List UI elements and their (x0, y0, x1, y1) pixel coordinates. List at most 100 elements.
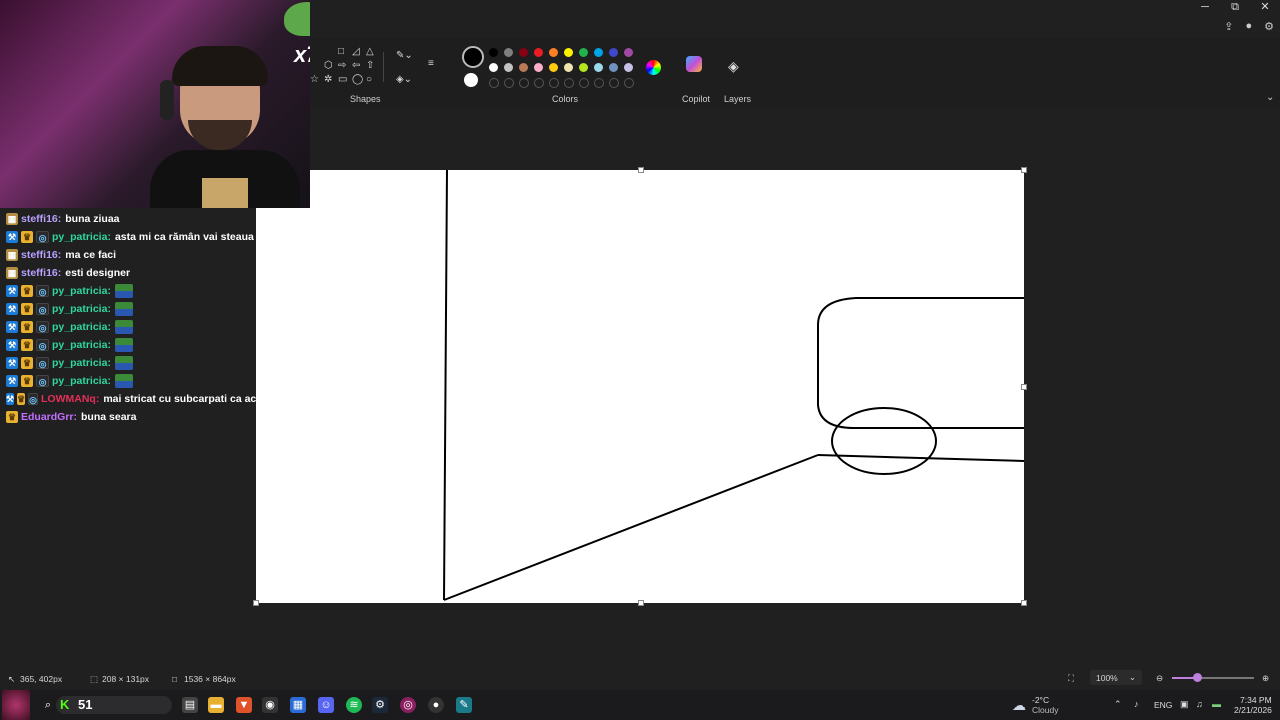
custom-color-slot[interactable] (534, 78, 544, 88)
custom-color-slot[interactable] (549, 78, 559, 88)
chat-username[interactable]: py_patricia: (52, 339, 111, 351)
start-avatar[interactable] (2, 690, 30, 720)
spotify-icon[interactable]: ≋ (346, 697, 362, 713)
obs-icon[interactable]: ◉ (262, 697, 278, 713)
chat-username[interactable]: steffi16: (21, 213, 61, 225)
app-icon[interactable]: ◎ (400, 697, 416, 713)
color-swatch[interactable] (594, 63, 603, 72)
color-swatch[interactable] (624, 48, 633, 57)
microphone-icon[interactable]: ♪ (1134, 699, 1139, 709)
chat-username[interactable]: py_patricia: (52, 357, 111, 369)
language-indicator[interactable]: ENG (1154, 700, 1172, 710)
callout-cloud-shape-icon[interactable]: ○ (366, 74, 372, 85)
custom-color-slot[interactable] (624, 78, 634, 88)
color-swatch[interactable] (579, 63, 588, 72)
custom-color-slot[interactable] (609, 78, 619, 88)
weather-desc[interactable]: Cloudy (1032, 705, 1058, 715)
close-button[interactable]: ✕ (1250, 0, 1280, 14)
chat-username[interactable]: py_patricia: (52, 321, 111, 333)
color-swatch[interactable] (564, 48, 573, 57)
custom-color-slot[interactable] (489, 78, 499, 88)
discord-icon[interactable]: ☺ (318, 697, 334, 713)
color-swatch[interactable] (609, 48, 618, 57)
hexagon-shape-icon[interactable]: ⬡ (324, 60, 333, 71)
color-swatch[interactable] (519, 48, 528, 57)
fill-icon[interactable]: ◈⌄ (396, 74, 412, 85)
zoom-slider[interactable] (1172, 673, 1254, 682)
steam-icon[interactable]: ⚙ (372, 697, 388, 713)
color-swatch[interactable] (564, 63, 573, 72)
zoom-slider-thumb[interactable] (1192, 673, 1202, 682)
resize-handle[interactable] (1021, 167, 1027, 173)
callout-rect-shape-icon[interactable]: ▭ (338, 74, 347, 85)
chat-username[interactable]: py_patricia: (52, 303, 111, 315)
zoom-dropdown[interactable]: 100% ⌄ (1090, 670, 1142, 685)
copilot-label[interactable]: Copilot (682, 94, 710, 104)
color-swatch[interactable] (519, 63, 528, 72)
custom-color-slot[interactable] (594, 78, 604, 88)
task-view-icon[interactable]: ▤ (182, 697, 198, 713)
settings-gear-icon[interactable]: ⚙ (1264, 20, 1274, 33)
file-explorer-icon[interactable]: ▬ (208, 697, 224, 713)
clock-date[interactable]: 2/21/2026 (1234, 705, 1272, 715)
chat-username[interactable]: steffi16: (21, 249, 61, 261)
triangle-shape-icon[interactable]: △ (366, 46, 374, 57)
layers-label[interactable]: Layers (724, 94, 751, 104)
star5-shape-icon[interactable]: ☆ (310, 74, 319, 85)
color-swatch[interactable] (594, 48, 603, 57)
rectangle-shape-icon[interactable]: □ (338, 46, 344, 57)
color-swatch[interactable] (549, 48, 558, 57)
resize-handle[interactable] (253, 600, 259, 606)
store-icon[interactable]: ▦ (290, 697, 306, 713)
share-icon[interactable]: ⇪ (1224, 20, 1233, 33)
battery-icon[interactable]: ▬ (1212, 699, 1221, 709)
arrow-up-shape-icon[interactable]: ⇧ (366, 60, 374, 71)
copilot-icon[interactable] (686, 56, 702, 72)
clock-time[interactable]: 7:34 PM (1240, 695, 1272, 705)
color-swatch[interactable] (534, 48, 543, 57)
layers-icon[interactable]: ◈ (728, 58, 739, 75)
volume-icon[interactable]: ♫ (1196, 699, 1203, 709)
zoom-in-icon[interactable]: ⊕ (1262, 673, 1269, 684)
collapse-ribbon-icon[interactable]: ⌄ (1266, 92, 1274, 103)
zoom-out-icon[interactable]: ⊖ (1156, 673, 1163, 684)
color-swatch[interactable] (624, 63, 633, 72)
arrow-right-shape-icon[interactable]: ⇨ (338, 60, 346, 71)
minimize-button[interactable]: ─ (1190, 0, 1220, 14)
weather-temp[interactable]: -2°C (1032, 695, 1049, 705)
brave-browser-icon[interactable]: ▼ (236, 697, 252, 713)
color-swatch[interactable] (504, 48, 513, 57)
fit-to-window-icon[interactable]: ⛶ (1068, 673, 1074, 684)
color-swatch[interactable] (609, 63, 618, 72)
color-swatch[interactable] (504, 63, 513, 72)
resize-handle[interactable] (1021, 384, 1027, 390)
color-swatch[interactable] (579, 48, 588, 57)
custom-color-slot[interactable] (564, 78, 574, 88)
chat-username[interactable]: LOWMANq: (41, 393, 99, 405)
chat-username[interactable]: py_patricia: (52, 285, 111, 297)
tray-chevron-icon[interactable]: ⌃ (1114, 699, 1122, 710)
brush-size-icon[interactable]: ≡ (428, 58, 434, 69)
callout-oval-shape-icon[interactable]: ◯ (352, 74, 363, 85)
polygon-shape-icon[interactable]: ◿ (352, 46, 360, 57)
resize-handle[interactable] (638, 167, 644, 173)
color-swatch[interactable] (489, 63, 498, 72)
custom-color-slot[interactable] (504, 78, 514, 88)
github-icon[interactable]: ● (428, 697, 444, 713)
resize-handle[interactable] (1021, 600, 1027, 606)
chat-username[interactable]: py_patricia: (52, 231, 111, 243)
color-swatch[interactable] (549, 63, 558, 72)
chat-username[interactable]: py_patricia: (52, 375, 111, 387)
drawing-canvas[interactable] (253, 167, 1027, 606)
account-icon[interactable]: ● (1245, 20, 1252, 33)
paint-icon[interactable]: ✎ (456, 697, 472, 713)
secondary-color-swatch[interactable] (464, 73, 478, 87)
edit-colors-icon[interactable] (646, 60, 661, 75)
custom-color-slot[interactable] (579, 78, 589, 88)
outline-icon[interactable]: ✎⌄ (396, 50, 413, 61)
color-swatch[interactable] (534, 63, 543, 72)
network-icon[interactable]: ▣ (1180, 699, 1189, 710)
star6-shape-icon[interactable]: ✲ (324, 74, 332, 85)
chat-username[interactable]: EduardGrr: (21, 411, 77, 423)
resize-handle[interactable] (638, 600, 644, 606)
